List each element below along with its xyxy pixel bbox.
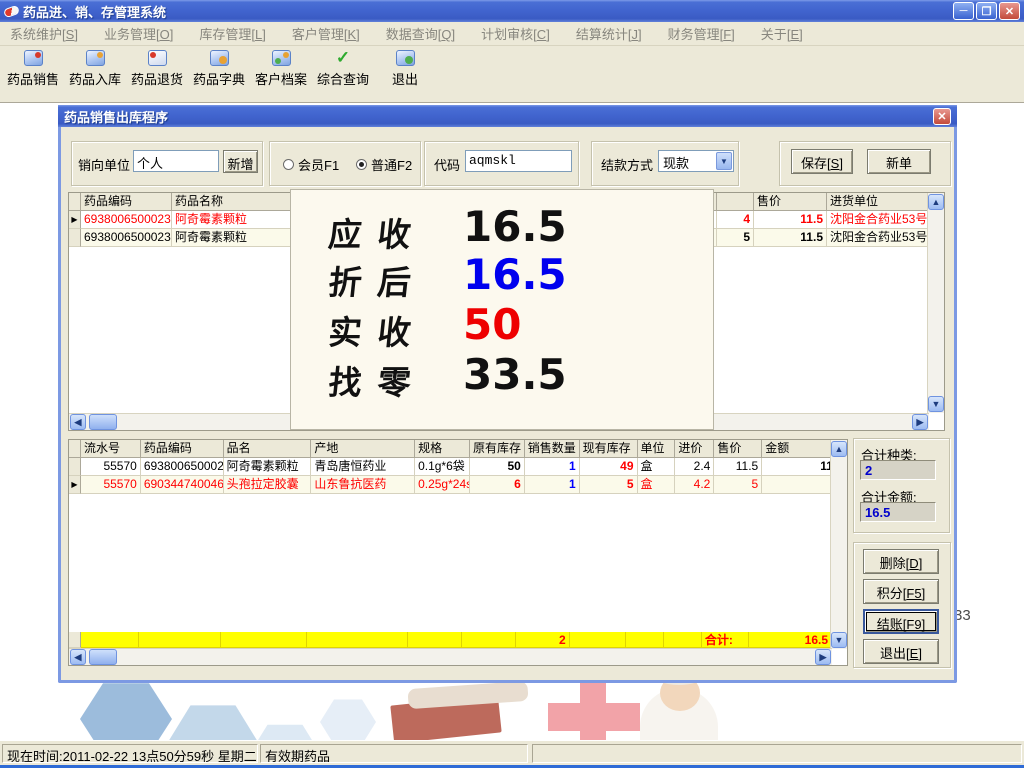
table-row[interactable]: 55570 6938006500023 阿奇霉素颗粒 青岛唐恒药业 0.1g*6… <box>69 458 847 476</box>
status-time: 现在时间:2011-02-22 13点50分59秒 星期二 <box>2 744 258 763</box>
red-cross-icon <box>548 703 640 731</box>
scroll-right-icon[interactable]: ▶ <box>815 649 831 665</box>
code-input[interactable]: aqmskl <box>465 150 572 172</box>
received-label: 实收 <box>326 306 429 354</box>
toolbar-customer-file[interactable]: 客户档案 <box>250 50 312 98</box>
menu-plan-audit[interactable]: 计划审核[C] <box>481 24 550 43</box>
menu-about[interactable]: 关于[E] <box>761 24 803 43</box>
scroll-up-icon[interactable]: ▲ <box>831 441 847 457</box>
status-bar: 现在时间:2011-02-22 13点50分59秒 星期二 有效期药品 <box>0 740 1024 765</box>
window-title: 药品进、销、存管理系统 <box>23 2 951 21</box>
toolbar: 药品销售 药品入库 药品退货 药品字典 客户档案 ✓ 综合查询 退出 <box>0 46 1024 103</box>
hexagon-decoration <box>168 703 258 740</box>
change-label: 找零 <box>326 356 429 404</box>
toolbar-drug-dictionary[interactable]: 药品字典 <box>188 50 250 98</box>
drug-dictionary-icon <box>210 50 229 66</box>
member-radio[interactable]: 会员F1 <box>283 155 339 174</box>
customer-file-icon <box>272 50 291 66</box>
menu-customer[interactable]: 客户管理[K] <box>292 24 360 43</box>
lower-table-hscrollbar[interactable]: ◀ ▶ <box>69 648 832 665</box>
menu-system[interactable]: 系统维护[S] <box>10 24 78 43</box>
checkout-button[interactable]: 结账[F9] <box>863 609 939 634</box>
query-check-icon: ✓ <box>334 50 353 66</box>
close-button[interactable]: ✕ <box>999 2 1020 20</box>
menu-business[interactable]: 业务管理[O] <box>104 24 173 43</box>
table-row[interactable]: ▶ 55570 6903447400461 头孢拉定胶囊 山东鲁抗医药 0.25… <box>69 476 847 494</box>
dialog-titlebar: 药品销售出库程序 ✕ <box>58 105 957 127</box>
app-pill-icon <box>3 4 20 18</box>
toolbar-综合-query[interactable]: ✓ 综合查询 <box>312 50 374 98</box>
radio-selected-icon <box>356 159 367 170</box>
scroll-left-icon[interactable]: ◀ <box>70 414 86 430</box>
toolbar-drug-return[interactable]: 药品退货 <box>126 50 188 98</box>
hexagon-decoration <box>80 681 172 740</box>
lower-table-header: 流水号 药品编码 品名 产地 规格 原有库存 销售数量 现有库存 单位 进价 售… <box>69 440 847 458</box>
chevron-down-icon[interactable]: ▼ <box>716 152 732 170</box>
drug-sale-icon <box>24 50 43 66</box>
drug-stock-in-icon <box>86 50 105 66</box>
sale-lines-table: 流水号 药品编码 品名 产地 规格 原有库存 销售数量 现有库存 单位 进价 售… <box>68 439 848 666</box>
minimize-button[interactable]: ─ <box>953 2 974 20</box>
menu-bar: 系统维护[S] 业务管理[O] 库存管理[L] 客户管理[K] 数据查询[Q] … <box>0 22 1024 46</box>
scroll-down-icon[interactable]: ▼ <box>831 632 847 648</box>
discount-value: 16.5 <box>463 250 567 299</box>
toolbar-drug-sale[interactable]: 药品销售 <box>2 50 64 98</box>
hexagon-decoration <box>250 723 320 740</box>
scrollbar-thumb[interactable] <box>89 414 117 430</box>
scroll-up-icon[interactable]: ▲ <box>928 194 944 210</box>
menu-data-query[interactable]: 数据查询[Q] <box>386 24 455 43</box>
total-qty: 2 <box>516 632 570 648</box>
new-order-button[interactable]: 新单 <box>867 149 931 174</box>
hexagon-decoration <box>320 698 376 740</box>
status-info: 有效期药品 <box>260 744 528 763</box>
upper-table-vscrollbar[interactable]: ▲ ▼ <box>927 193 944 413</box>
due-label: 应收 <box>326 208 429 256</box>
sale-unit-input[interactable]: 个人 <box>133 150 219 172</box>
change-value: 33.5 <box>463 350 567 399</box>
exit-icon <box>396 50 415 66</box>
points-button[interactable]: 积分[F5] <box>863 579 939 604</box>
total-amount-value: 16.5 <box>860 502 936 522</box>
restore-button[interactable]: ❐ <box>976 2 997 20</box>
payment-label: 结款方式 <box>601 155 653 174</box>
scroll-right-icon[interactable]: ▶ <box>912 414 928 430</box>
main-titlebar: 药品进、销、存管理系统 ─ ❐ ✕ <box>0 0 1024 22</box>
lower-table-vscrollbar[interactable]: ▲ ▼ <box>830 440 847 649</box>
delete-button[interactable]: 删除[D] <box>863 549 939 574</box>
status-empty-panel <box>532 744 1022 763</box>
menu-inventory[interactable]: 库存管理[L] <box>199 24 266 43</box>
scroll-left-icon[interactable]: ◀ <box>70 649 86 665</box>
total-amount: 16.5 <box>749 632 832 648</box>
total-kinds-value: 2 <box>860 460 936 480</box>
radio-circle-icon <box>283 159 294 170</box>
dialog-close-button[interactable]: ✕ <box>933 108 951 125</box>
scrollbar-thumb[interactable] <box>89 649 117 665</box>
toolbar-exit[interactable]: 退出 <box>374 50 436 98</box>
received-value: 50 <box>463 300 521 349</box>
discount-label: 折后 <box>326 256 429 304</box>
normal-radio[interactable]: 普通F2 <box>356 155 412 174</box>
menu-finance[interactable]: 财务管理[F] <box>668 24 735 43</box>
drug-return-icon <box>148 50 167 66</box>
code-label: 代码 <box>434 155 460 174</box>
menu-settlement[interactable]: 结算统计[J] <box>576 24 642 43</box>
sales-dialog: 药品销售出库程序 ✕ 销向单位 个人 新增 会员F1 普通F2 代码 aqmsk… <box>58 105 957 683</box>
dialog-title: 药品销售出库程序 <box>64 107 933 126</box>
payment-overlay: 应收 16.5 折后 16.5 实收 50 找零 33.5 <box>290 189 714 430</box>
toolbar-drug-stock-in[interactable]: 药品入库 <box>64 50 126 98</box>
total-label: 合计: <box>702 632 749 648</box>
scroll-down-icon[interactable]: ▼ <box>928 396 944 412</box>
add-unit-button[interactable]: 新增 <box>223 150 258 173</box>
exit-button[interactable]: 退出[E] <box>863 639 939 664</box>
payment-select[interactable]: 现款 ▼ <box>658 150 734 172</box>
save-button[interactable]: 保存[S] <box>791 149 853 174</box>
total-row: 2 合计: 16.5 <box>69 632 832 648</box>
sale-unit-label: 销向单位 <box>78 155 130 174</box>
due-value: 16.5 <box>463 202 567 251</box>
medicine-box-illustration <box>407 681 528 709</box>
